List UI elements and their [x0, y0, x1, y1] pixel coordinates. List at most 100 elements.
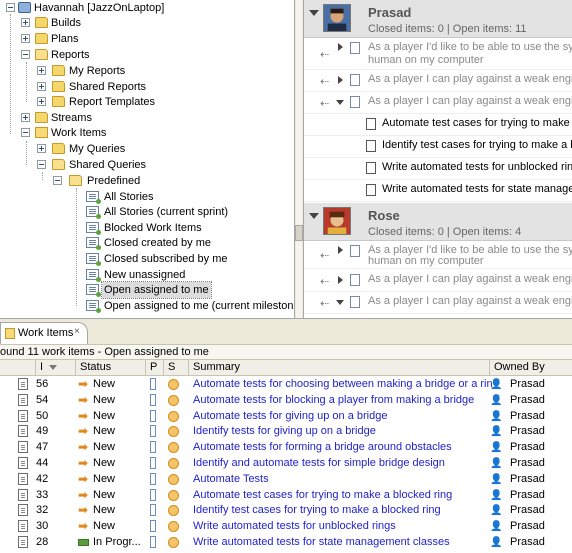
summary-link[interactable]: Automate tests for giving up on a bridge: [193, 408, 493, 424]
collapse-icon[interactable]: [21, 50, 30, 59]
back-arrow-icon[interactable]: ⇠: [320, 297, 329, 310]
expand-icon[interactable]: [37, 82, 46, 91]
new-status-arrow-icon: ➡: [78, 392, 89, 407]
summary-link[interactable]: Write automated tests for unblocked ring…: [193, 518, 493, 534]
summary-link[interactable]: Automate tests for blocking a player fro…: [193, 392, 493, 408]
severity-normal-icon: [168, 394, 179, 406]
owner-cell: 👤 Prasad: [490, 471, 572, 487]
plan-item-story[interactable]: ⇠ As a player I'd like to be able to use…: [304, 38, 572, 70]
column-header-type[interactable]: [0, 360, 36, 376]
table-row[interactable]: 32 ➡ New Identify test cases for trying to …: [0, 502, 572, 518]
table-row[interactable]: 47 ➡ New Automate tests for forming a bridg…: [0, 439, 572, 455]
tab-title: Work Items: [18, 327, 74, 339]
plan-item-story[interactable]: ⇠ As a player I'd like to be able to use…: [304, 241, 572, 269]
back-arrow-icon[interactable]: ⇠: [320, 275, 329, 288]
table-row[interactable]: 44 ➡ New Identify and automate tests for si…: [0, 455, 572, 471]
summary-link[interactable]: Identify test cases for trying to make a…: [193, 502, 493, 518]
severity-cell: [168, 455, 182, 471]
expand-triangle-icon[interactable]: [338, 76, 343, 84]
expand-triangle-icon[interactable]: [338, 43, 343, 51]
task-icon: [18, 378, 28, 390]
folder-icon: [35, 112, 48, 123]
summary-link[interactable]: Write automated tests for state manageme…: [193, 534, 493, 550]
folder-open-icon: [69, 175, 82, 186]
plan-item-task[interactable]: Automate test cases for trying to make a…: [304, 114, 572, 136]
table-row[interactable]: 49 ➡ New Identify tests for giving up on a …: [0, 423, 572, 439]
query-icon: [86, 222, 101, 235]
plan-item-task[interactable]: Write automated tests for unblocked ring…: [304, 158, 572, 180]
close-icon[interactable]: ×: [74, 326, 80, 337]
status-cell: In Progr...: [78, 534, 146, 550]
summary-link[interactable]: Identify tests for giving up on a bridge: [193, 423, 493, 439]
plan-item-story[interactable]: ⇠ As a player I can play against a weak …: [304, 270, 572, 292]
expand-triangle-icon[interactable]: [338, 276, 343, 284]
summary-link[interactable]: Identify and automate tests for simple b…: [193, 455, 493, 471]
plan-item-story[interactable]: ⇠ As a player I can play against a weak …: [304, 70, 572, 92]
expand-icon[interactable]: [37, 144, 46, 153]
column-header-owned-by[interactable]: Owned By: [490, 360, 572, 376]
summary-link[interactable]: Automate Tests: [193, 471, 493, 487]
status-cell: ➡ New: [78, 408, 146, 424]
plan-item-task[interactable]: Write automated tests for state manageme: [304, 180, 572, 202]
table-row[interactable]: 50 ➡ New Automate tests for giving up on a …: [0, 408, 572, 424]
column-header-status[interactable]: Status: [76, 360, 146, 376]
tree-node-label: Open assigned to me (current milestone): [104, 300, 294, 312]
plan-item-story[interactable]: ⇠ As a player I can play against a weak …: [304, 292, 572, 314]
owner-name: Prasad: [510, 393, 545, 406]
task-icon: [18, 520, 28, 533]
query-icon: [86, 191, 101, 204]
owner-section-prasad[interactable]: Prasad Closed items: 0 | Open items: 11: [304, 0, 572, 38]
column-header-priority[interactable]: P: [146, 360, 164, 376]
tab-work-items[interactable]: Work Items ×: [0, 322, 88, 345]
status-cell: ➡ New: [78, 376, 146, 392]
summary-link[interactable]: Automate tests for forming a bridge arou…: [193, 439, 493, 455]
owner-section-rose[interactable]: Rose Closed items: 0 | Open items: 4: [304, 203, 572, 241]
user-icon: 👤: [490, 537, 503, 548]
task-icon: [18, 488, 28, 501]
table-row[interactable]: 42 ➡ New Automate Tests 👤 Prasad: [0, 471, 572, 487]
table-row[interactable]: 56 ➡ New Automate tests for choosing betwee…: [0, 376, 572, 392]
table-row[interactable]: 33 ➡ New Automate test cases for trying to …: [0, 487, 572, 503]
severity-cell: [168, 408, 182, 424]
view-tab-bar: Work Items ×: [0, 318, 572, 345]
summary-link[interactable]: Automate tests for choosing between maki…: [193, 376, 493, 392]
work-items-icon: [5, 328, 15, 339]
column-header-id[interactable]: I: [36, 360, 76, 376]
owner-name: Prasad: [510, 441, 545, 454]
expand-icon[interactable]: [37, 66, 46, 75]
back-arrow-icon[interactable]: ⇠: [320, 75, 329, 88]
priority-cell: [150, 534, 160, 550]
back-arrow-icon[interactable]: ⇠: [320, 249, 329, 262]
back-arrow-icon[interactable]: ⇠: [320, 48, 329, 61]
collapse-triangle-icon[interactable]: [336, 100, 344, 105]
expand-icon[interactable]: [37, 97, 46, 106]
tree-scrollbar[interactable]: [294, 0, 304, 318]
plan-item-story[interactable]: ⇠ As a player I can play against a weak …: [304, 92, 572, 114]
collapse-icon[interactable]: [37, 160, 46, 169]
owner-name: Prasad: [510, 504, 545, 517]
plan-item-task[interactable]: Identify test cases for trying to make a…: [304, 136, 572, 158]
priority-cell: [150, 502, 160, 518]
table-row[interactable]: 28 In Progr... Write automated tests for s…: [0, 534, 572, 550]
collapse-icon[interactable]: [21, 128, 30, 137]
table-row[interactable]: 54 ➡ New Automate tests for blocking a play…: [0, 392, 572, 408]
table-row[interactable]: 30 ➡ New Write automated tests for unblocke…: [0, 518, 572, 534]
collapse-triangle-icon[interactable]: [309, 10, 319, 16]
severity-normal-icon: [168, 505, 179, 517]
expand-icon[interactable]: [21, 34, 30, 43]
owner-stats: Closed items: 0 | Open items: 4: [368, 226, 522, 238]
column-header-severity[interactable]: S: [164, 360, 189, 376]
expand-triangle-icon[interactable]: [338, 246, 343, 254]
scrollbar-track[interactable]: [296, 0, 302, 318]
column-header-summary[interactable]: Summary: [189, 360, 490, 376]
collapse-icon[interactable]: [6, 3, 15, 12]
collapse-icon[interactable]: [53, 176, 62, 185]
user-icon: 👤: [490, 458, 503, 469]
expand-icon[interactable]: [21, 113, 30, 122]
summary-link[interactable]: Automate test cases for trying to make a…: [193, 487, 493, 503]
scrollbar-thumb[interactable]: [295, 225, 303, 241]
expand-icon[interactable]: [21, 18, 30, 27]
collapse-triangle-icon[interactable]: [336, 300, 344, 305]
back-arrow-icon[interactable]: ⇠: [320, 97, 329, 110]
collapse-triangle-icon[interactable]: [309, 213, 319, 219]
